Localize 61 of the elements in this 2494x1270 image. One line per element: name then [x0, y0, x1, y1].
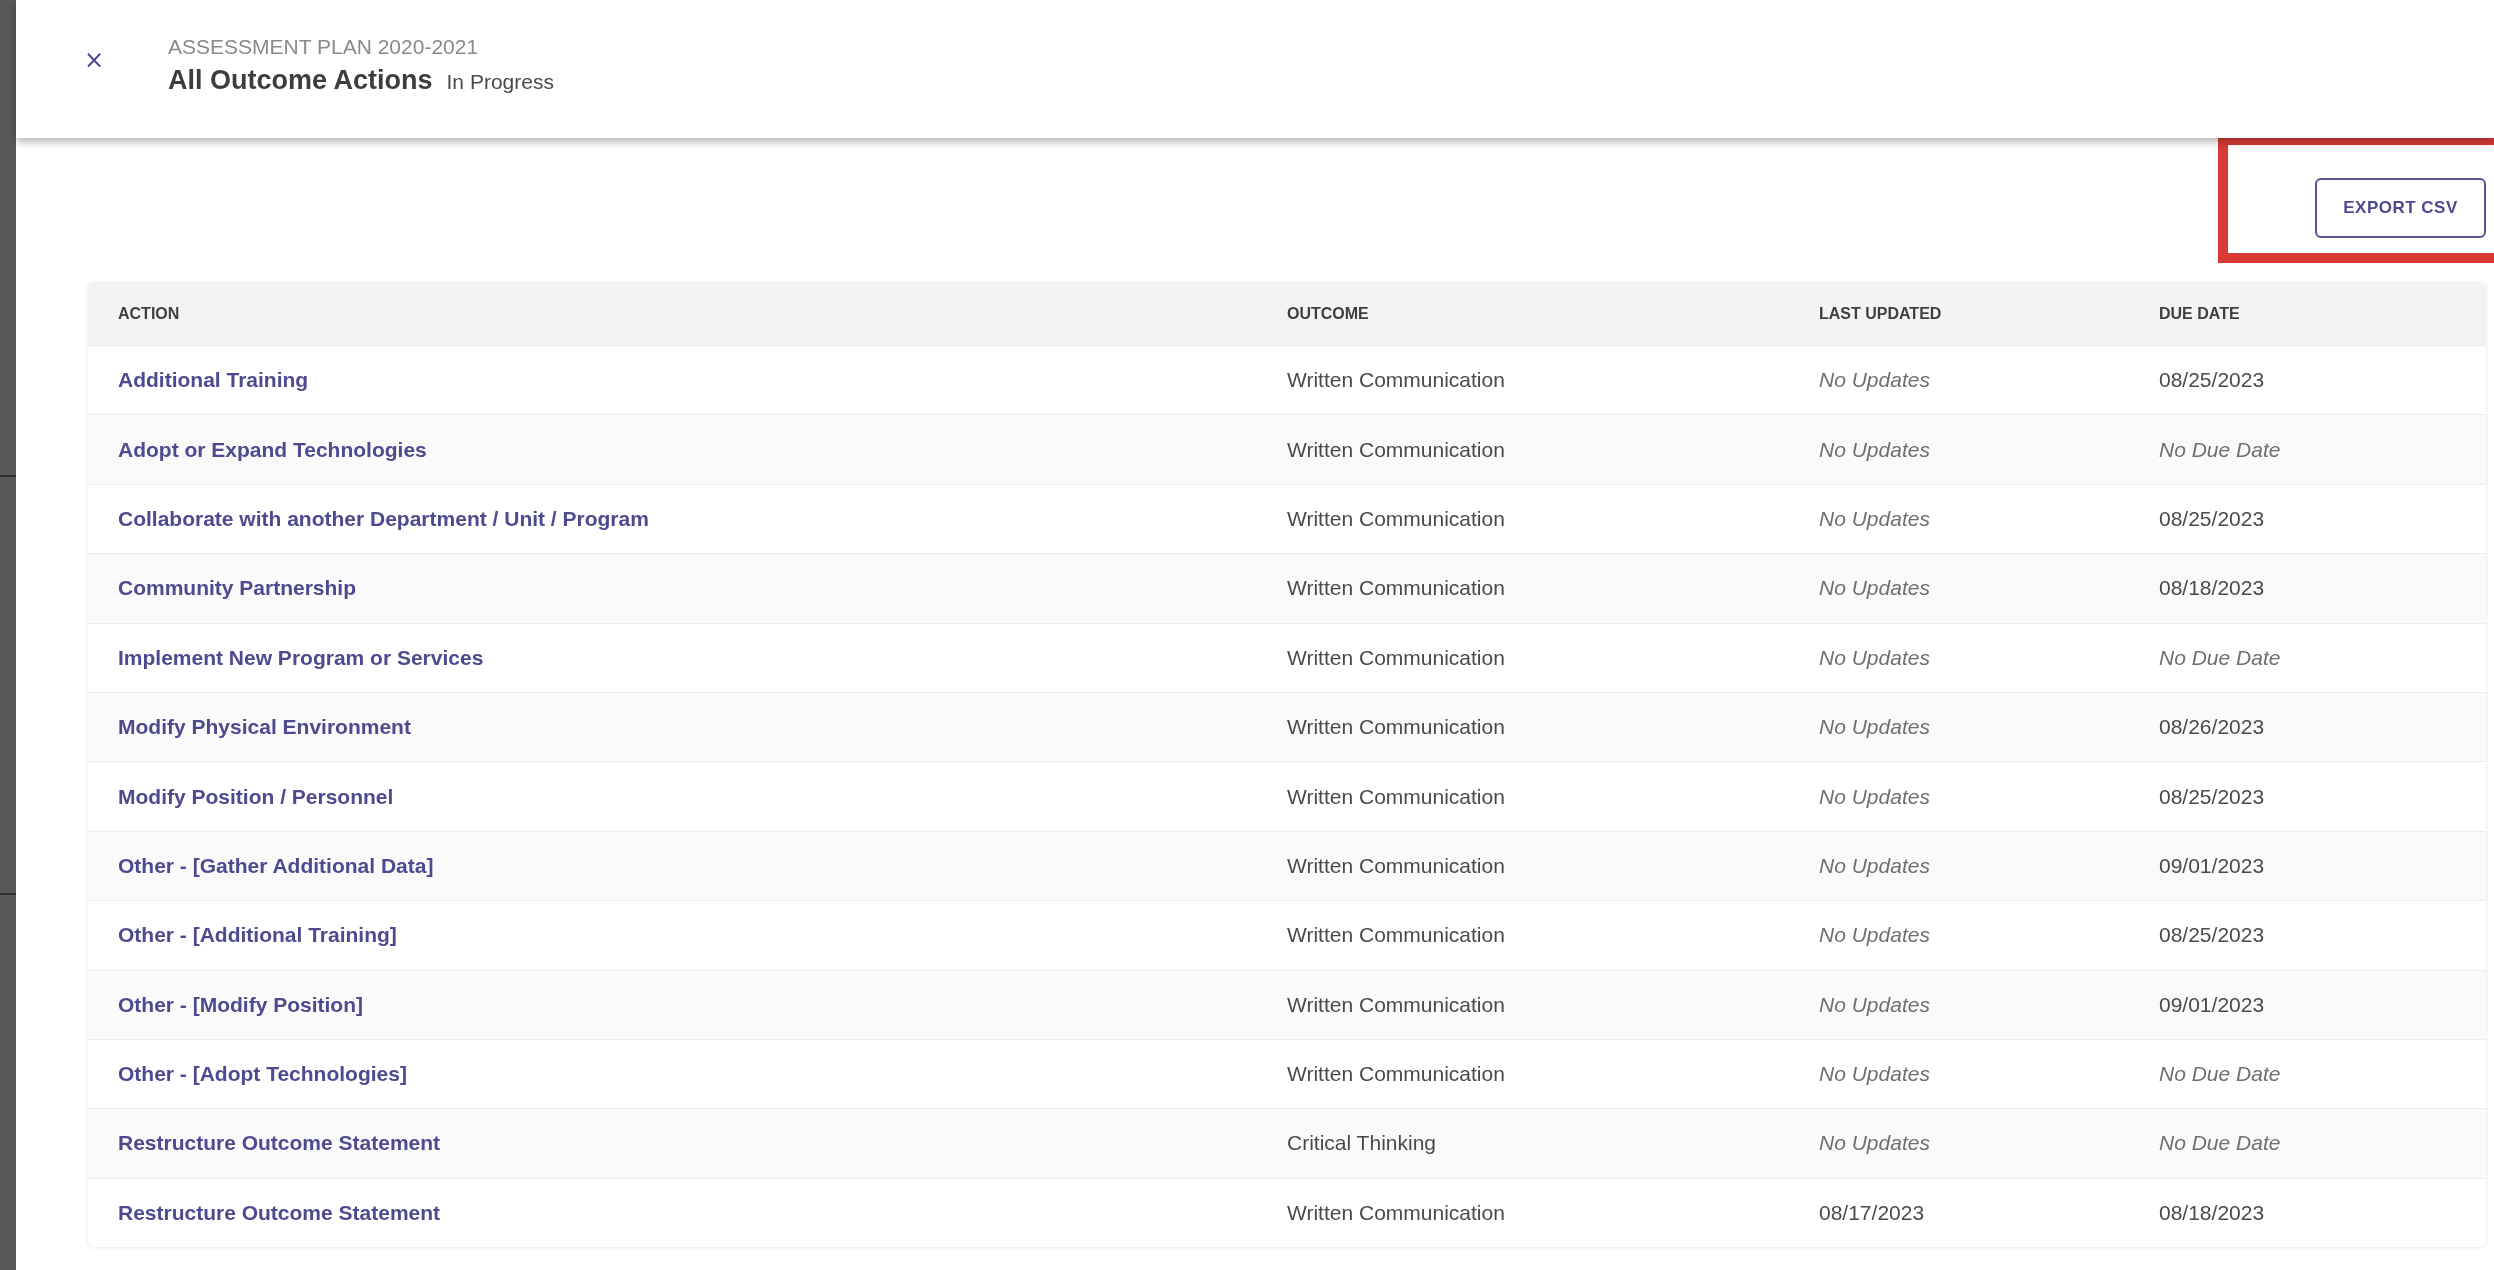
action-link[interactable]: Restructure Outcome Statement: [88, 1200, 1287, 1225]
table-cell-text: Written Communication: [1287, 784, 1506, 809]
action-link[interactable]: Community Partnership: [88, 576, 1287, 601]
table-cell-text: 08/25/2023: [2159, 784, 2266, 809]
table-cell-text: 08/25/2023: [2159, 923, 2266, 948]
column-header: OUTCOME: [1287, 305, 1370, 323]
action-link[interactable]: Other - [Adopt Technologies]: [88, 1062, 1287, 1087]
table-cell-text: Written Communication: [1287, 1200, 1506, 1225]
table-cell-text: Written Communication: [1287, 715, 1506, 740]
table-cell-text: 08/25/2023: [2159, 368, 2266, 393]
action-link[interactable]: Adopt or Expand Technologies: [88, 437, 1287, 462]
plan-label: ASSESSMENT PLAN 2020-2021: [168, 34, 480, 59]
action-link[interactable]: Other - [Modify Position]: [88, 992, 1287, 1017]
status-label: In Progress: [446, 69, 554, 94]
table-cell-text: No Updates: [1819, 506, 1931, 531]
table-cell-text: Written Communication: [1287, 923, 1506, 948]
table-cell-text: Written Communication: [1287, 1062, 1506, 1087]
table-cell-text: Written Communication: [1287, 645, 1506, 670]
column-header: ACTION: [117, 305, 181, 323]
table-cell-text: No Updates: [1819, 715, 1931, 740]
table-cell-text: Written Communication: [1287, 992, 1506, 1017]
table-cell-text: No Updates: [1819, 368, 1931, 393]
table-cell-text: 09/01/2023: [2159, 853, 2266, 878]
table-cell-text: 08/18/2023: [2159, 576, 2266, 601]
action-link[interactable]: Additional Training: [88, 368, 1287, 393]
action-link[interactable]: Other - [Gather Additional Data]: [88, 853, 1287, 878]
table-cell-text: Critical Thinking: [1287, 1131, 1437, 1156]
table-cell-text: No Updates: [1819, 853, 1931, 878]
action-link[interactable]: Modify Position / Personnel: [88, 784, 1287, 809]
table-cell-text: 08/18/2023: [2159, 1200, 2266, 1225]
table-cell-text: No Due Date: [2159, 1131, 2282, 1156]
table-cell-text: No Updates: [1819, 576, 1931, 601]
table-cell-text: No Updates: [1819, 923, 1931, 948]
table-cell-text: No Due Date: [2159, 437, 2282, 462]
column-header: LAST UPDATED: [1819, 305, 1943, 323]
close-button[interactable]: ×: [84, 48, 102, 72]
table-cell-text: No Updates: [1819, 992, 1931, 1017]
table-cell-text: Written Communication: [1287, 368, 1506, 393]
table-cell-text: No Due Date: [2159, 645, 2282, 670]
table-cell-text: Written Communication: [1287, 506, 1506, 531]
action-link[interactable]: Restructure Outcome Statement: [88, 1131, 1287, 1156]
action-link[interactable]: Implement New Program or Services: [88, 645, 1287, 670]
table-cell-text: No Updates: [1819, 1062, 1931, 1087]
table-cell-text: 09/01/2023: [2159, 992, 2266, 1017]
table-cell-text: 08/17/2023: [1819, 1200, 1926, 1225]
table-cell-text: Written Communication: [1287, 437, 1506, 462]
table-cell-text: No Due Date: [2159, 1062, 2282, 1087]
table-cell-text: No Updates: [1819, 645, 1931, 670]
action-link[interactable]: Other - [Additional Training]: [88, 923, 1287, 948]
action-link[interactable]: Modify Physical Environment: [88, 715, 1287, 740]
export-csv-button[interactable]: EXPORT CSV: [2315, 178, 2486, 238]
table-cell-text: Written Communication: [1287, 853, 1506, 878]
table-cell-text: No Updates: [1819, 437, 1931, 462]
table-cell-text: No Updates: [1819, 784, 1931, 809]
page-title: All Outcome Actions: [168, 64, 433, 96]
table-cell-text: 08/25/2023: [2159, 506, 2266, 531]
table-cell-text: No Updates: [1819, 1131, 1931, 1156]
column-header: DUE DATE: [2159, 305, 2241, 323]
table-cell-text: 08/26/2023: [2159, 715, 2266, 740]
action-link[interactable]: Collaborate with another Department / Unit / Program: [88, 506, 1287, 531]
table-cell-text: Written Communication: [1287, 576, 1506, 601]
